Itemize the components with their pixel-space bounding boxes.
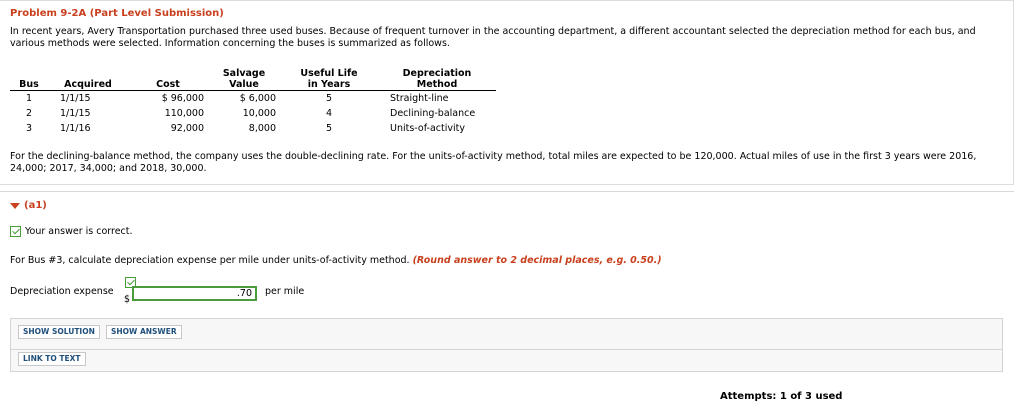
cell-acquired: 1/1/15 [60, 108, 91, 119]
cell-cost: 110,000 [164, 108, 204, 119]
cell-bus: 2 [25, 108, 33, 119]
table-row: 2 1/1/15 110,000 10,000 4 Declining-bala… [10, 106, 496, 121]
cell-bus: 3 [25, 123, 33, 134]
cell-method: Straight-line [390, 93, 449, 104]
attempts-counter: Attempts: 1 of 3 used [720, 391, 843, 402]
cell-salvage: $ 6,000 [239, 93, 276, 104]
cell-method: Units-of-activity [390, 123, 465, 134]
problem-panel: Problem 9-2A (Part Level Submission) In … [0, 0, 1014, 185]
cell-acquired: 1/1/15 [60, 93, 91, 104]
col-method: Depreciation Method [378, 63, 496, 91]
cell-acquired: 1/1/16 [60, 123, 91, 134]
col-cost: Cost [128, 63, 208, 91]
cell-salvage: 10,000 [242, 108, 276, 119]
table-row: 3 1/1/16 92,000 8,000 5 Units-of-activit… [10, 121, 496, 136]
question-text: For Bus #3, calculate depreciation expen… [10, 255, 662, 266]
problem-intro: In recent years, Avery Transportation pu… [10, 26, 976, 49]
cell-bus: 1 [25, 93, 33, 104]
table-header-row: Bus Acquired Cost Salvage Value Useful Li… [10, 63, 496, 91]
part-toggle[interactable]: (a1) [10, 200, 47, 211]
answer-label: Depreciation expense [10, 286, 114, 297]
show-answer-button[interactable]: SHOW ANSWER [106, 325, 182, 339]
checkmark-icon [10, 226, 21, 237]
answer-unit: per mile [265, 286, 305, 297]
cell-life: 4 [325, 108, 333, 119]
problem-title: Problem 9-2A (Part Level Submission) [10, 8, 224, 19]
question-body: For Bus #3, calculate depreciation expen… [10, 255, 410, 266]
col-useful-life: Useful Life in Years [280, 63, 378, 91]
currency-symbol: $ [124, 294, 131, 305]
problem-footer-note: For the declining-balance method, the co… [10, 151, 977, 174]
section-divider [0, 191, 1014, 192]
col-bus: Bus [10, 63, 48, 91]
cell-method: Declining-balance [390, 108, 476, 119]
correct-status: Your answer is correct. [10, 226, 133, 237]
table-row: 1 1/1/15 $ 96,000 $ 6,000 5 Straight-lin… [10, 91, 496, 107]
part-label: (a1) [24, 200, 47, 211]
cell-salvage: 8,000 [248, 123, 276, 134]
bus-table: Bus Acquired Cost Salvage Value Useful Li… [10, 63, 496, 136]
correct-status-text: Your answer is correct. [25, 226, 133, 237]
action-panel: SHOW SOLUTION SHOW ANSWER LINK TO TEXT [10, 318, 1003, 372]
cell-life: 5 [325, 93, 333, 104]
rounding-hint: (Round answer to 2 decimal places, e.g. … [412, 255, 662, 266]
col-acquired: Acquired [48, 63, 128, 91]
col-salvage: Salvage Value [208, 63, 280, 91]
caret-down-icon [10, 202, 20, 209]
link-to-text-button[interactable]: LINK TO TEXT [18, 352, 86, 366]
show-solution-button[interactable]: SHOW SOLUTION [18, 325, 100, 339]
cell-life: 5 [325, 123, 333, 134]
panel-divider [11, 349, 1002, 350]
right-margin [1014, 0, 1024, 417]
cell-cost: $ 96,000 [161, 93, 204, 104]
depreciation-expense-input[interactable]: .70 [132, 286, 257, 301]
cell-cost: 92,000 [170, 123, 204, 134]
